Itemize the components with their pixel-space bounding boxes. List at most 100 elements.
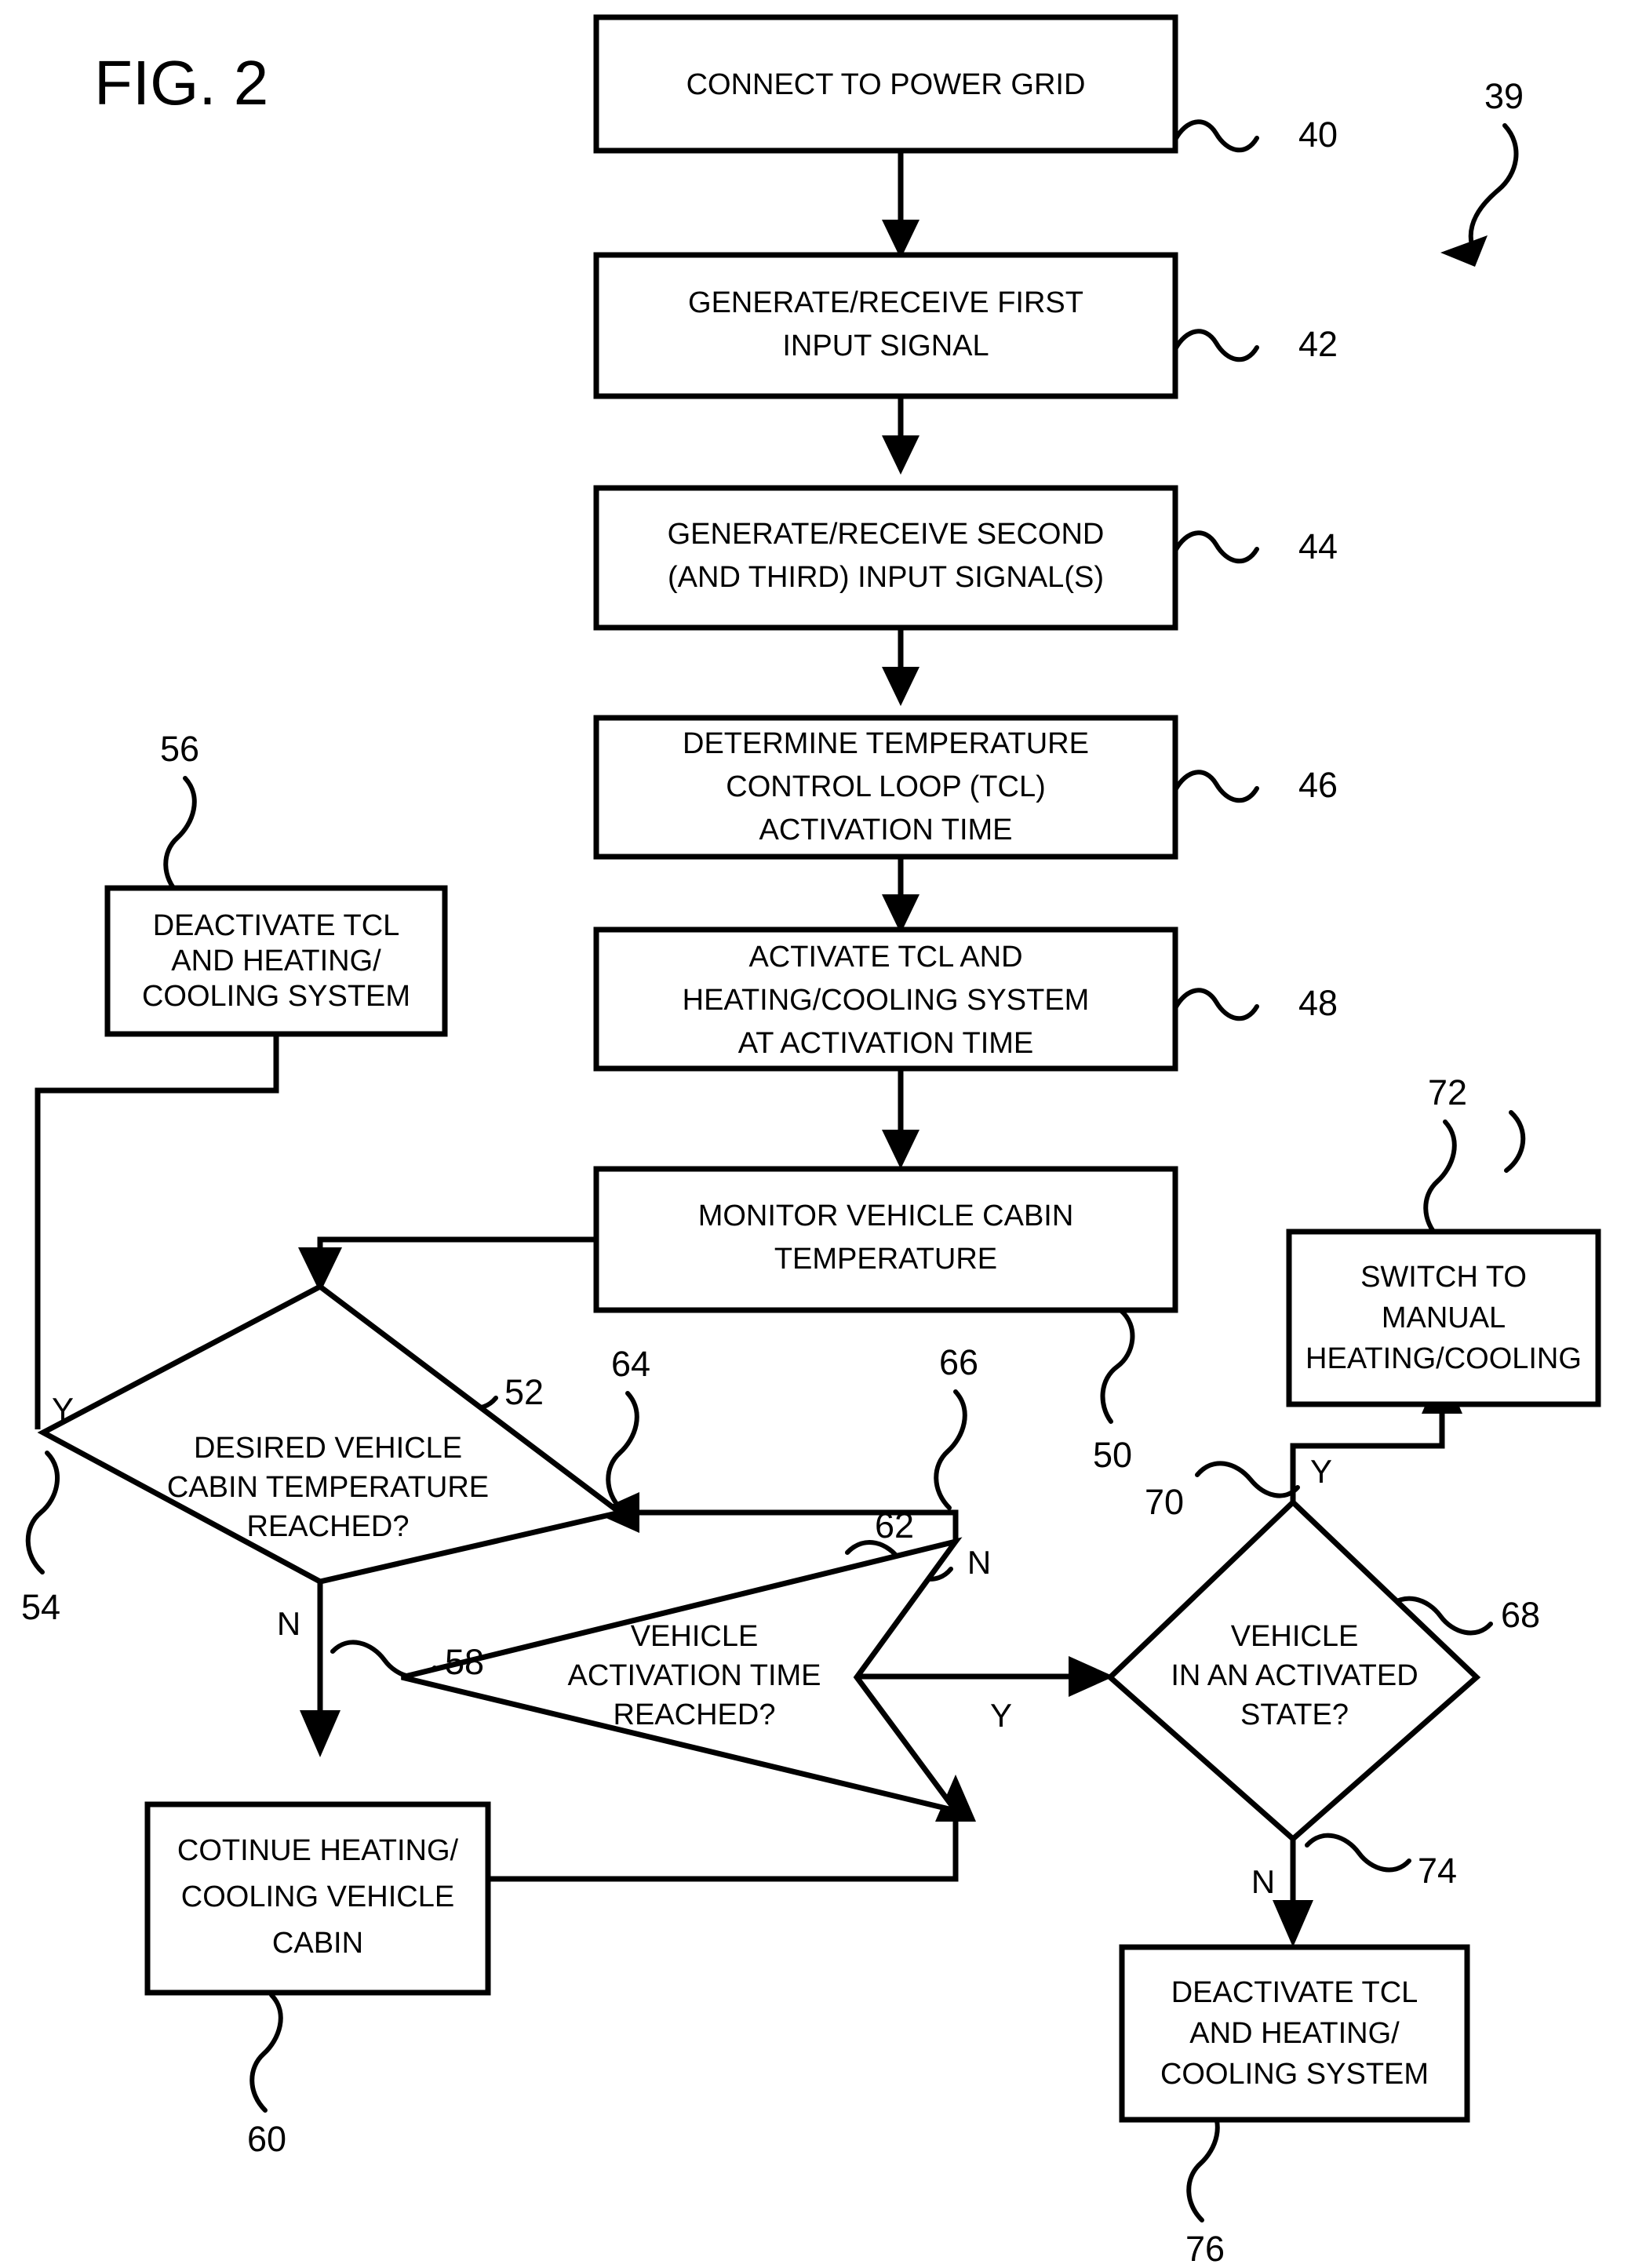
node-42-shape [593,252,1178,399]
node-50-line-0: MONITOR VEHICLE CABIN [698,1200,1074,1232]
flowchart-canvas: CONNECT TO POWER GRID GENERATE/RECEIVE F… [21,14,1601,2268]
node-72-line-1: MANUAL [1382,1301,1506,1334]
leader-66 [934,1389,967,1510]
leader-72 [1423,1119,1457,1240]
ref-numeral-74: 74 [1418,1851,1457,1891]
node-50-shape [593,1166,1178,1313]
leader-50 [1100,1308,1135,1424]
node-76-line-2: COOLING SYSTEM [1160,2058,1429,2091]
leader-39-curve [1468,123,1519,247]
node-62-line-1: ACTIVATION TIME [567,1659,821,1692]
node-44-shape [593,485,1178,631]
arrowhead-68N-76 [1273,1900,1313,1947]
node-72-line-0: SWITCH TO [1360,1261,1527,1294]
figure-title: FIG. 2 [94,48,268,118]
node-42-line-0: GENERATE/RECEIVE FIRST [688,286,1083,319]
leader-46 [1173,770,1259,803]
branch-label-68-no: N [1251,1863,1275,1900]
node-46-line-2: ACTIVATION TIME [759,814,1012,846]
ref-numeral-58: 58 [445,1642,484,1682]
node-40-line-0: CONNECT TO POWER GRID [686,68,1086,101]
node-48-line-1: HEATING/COOLING SYSTEM [683,984,1090,1017]
node-56-line-2: COOLING SYSTEM [142,980,410,1013]
node-52-line-2: REACHED? [247,1510,410,1543]
node-switch-to-manual-heating-cooling: SWITCH TO MANUAL HEATING/COOLING [1286,1229,1601,1407]
ref-numeral-50: 50 [1093,1435,1132,1475]
ref-numeral-70: 70 [1145,1482,1184,1522]
arrowhead-48-50 [882,1130,920,1169]
node-connect-to-power-grid: CONNECT TO POWER GRID [593,14,1178,154]
node-determine-tcl-activation-time: DETERMINE TEMPERATURE CONTROL LOOP (TCL)… [593,715,1178,860]
leader-42 [1173,329,1259,362]
ref-numeral-54: 54 [21,1587,60,1627]
node-generate-receive-first-input-signal: GENERATE/RECEIVE FIRST INPUT SIGNAL [593,252,1178,399]
node-continue-heating-cooling-vehicle-cabin: COTINUE HEATING/ COOLING VEHICLE CABIN [144,1801,491,1996]
node-60-line-1: COOLING VEHICLE [181,1880,454,1913]
ref-numeral-44: 44 [1298,526,1338,566]
ref-numeral-66: 66 [939,1342,978,1382]
leader-40 [1173,119,1259,153]
node-48-line-0: ACTIVATE TCL AND [748,941,1022,974]
node-68-line-1: IN AN ACTIVATED [1171,1659,1418,1692]
branch-label-62-no: N [967,1544,991,1581]
arrowhead-39 [1440,235,1488,267]
node-52-line-0: DESIRED VEHICLE [194,1432,462,1465]
ref-numeral-72: 72 [1428,1072,1467,1112]
leader-48 [1173,988,1259,1021]
arrowhead-42-44 [882,435,920,475]
node-42-line-1: INPUT SIGNAL [782,329,989,362]
leader-60 [249,1993,283,2113]
node-68-line-2: STATE? [1240,1698,1349,1731]
node-44-line-0: GENERATE/RECEIVE SECOND [668,518,1105,551]
arrowhead-52N-60 [300,1710,340,1757]
leader-56 [163,776,197,897]
node-deactivate-tcl-right: DEACTIVATE TCL AND HEATING/ COOLING SYST… [1119,1944,1470,2123]
node-60-line-2: CABIN [272,1927,363,1960]
node-monitor-vehicle-cabin-temperature: MONITOR VEHICLE CABIN TEMPERATURE [593,1166,1178,1313]
node-generate-receive-second-input-signals: GENERATE/RECEIVE SECOND (AND THIRD) INPU… [593,485,1178,631]
ref-numeral-60: 60 [247,2119,286,2159]
node-50-line-1: TEMPERATURE [774,1243,997,1276]
node-46-line-0: DETERMINE TEMPERATURE [683,727,1089,760]
branch-label-52-no: N [277,1605,300,1642]
ref-numeral-64: 64 [611,1344,650,1384]
node-deactivate-tcl-left: DEACTIVATE TCL AND HEATING/ COOLING SYST… [104,885,448,1037]
node-activate-tcl-and-heating-cooling-system: ACTIVATE TCL AND HEATING/COOLING SYSTEM … [593,926,1178,1072]
branch-label-68-yes: Y [1310,1453,1332,1490]
leader-64 [606,1391,639,1512]
node-46-line-1: CONTROL LOOP (TCL) [726,770,1046,803]
leader-54 [25,1451,60,1574]
node-desired-cabin-temperature-reached: DESIRED VEHICLE CABIN TEMPERATURE REACHE… [37,1283,627,1585]
node-vehicle-in-activated-state: VEHICLE IN AN ACTIVATED STATE? [1105,1498,1481,1843]
node-62-line-0: VEHICLE [631,1620,759,1653]
leader-70 [1195,1461,1300,1498]
ref-numeral-76: 76 [1185,2229,1225,2268]
node-56-line-0: DEACTIVATE TCL [153,909,400,942]
node-72-line-2: HEATING/COOLING [1306,1342,1582,1375]
node-52-line-1: CABIN TEMPERATURE [167,1471,489,1504]
node-68-line-0: VEHICLE [1231,1620,1359,1653]
node-60-line-0: COTINUE HEATING/ [177,1834,459,1867]
ref-numeral-46: 46 [1298,765,1338,805]
node-56-line-1: AND HEATING/ [171,945,381,977]
ref-numeral-48: 48 [1298,983,1338,1023]
node-44-line-1: (AND THIRD) INPUT SIGNAL(S) [668,561,1104,594]
ref-numeral-62: 62 [875,1505,914,1545]
patent-figure-2: CONNECT TO POWER GRID GENERATE/RECEIVE F… [0,0,1646,2268]
ref-numeral-42: 42 [1298,324,1338,364]
ref-numeral-52: 52 [504,1372,544,1412]
branch-label-52-yes: Y [52,1391,74,1428]
ref-numeral-56: 56 [160,729,199,769]
leader-44 [1173,530,1259,564]
branch-label-62-yes: Y [990,1697,1012,1734]
node-76-line-1: AND HEATING/ [1189,2017,1400,2050]
arrowhead-44-46 [882,667,920,706]
node-62-line-2: REACHED? [614,1698,776,1731]
ref-numeral-40: 40 [1298,115,1338,155]
figure-ref-leader [1440,123,1519,267]
connector-60-to-62 [488,1812,959,1882]
leader-74 [1305,1833,1411,1873]
node-48-line-2: AT ACTIVATION TIME [738,1027,1034,1060]
ref-numeral-68: 68 [1501,1595,1540,1635]
node-76-line-0: DEACTIVATE TCL [1171,1976,1418,2009]
